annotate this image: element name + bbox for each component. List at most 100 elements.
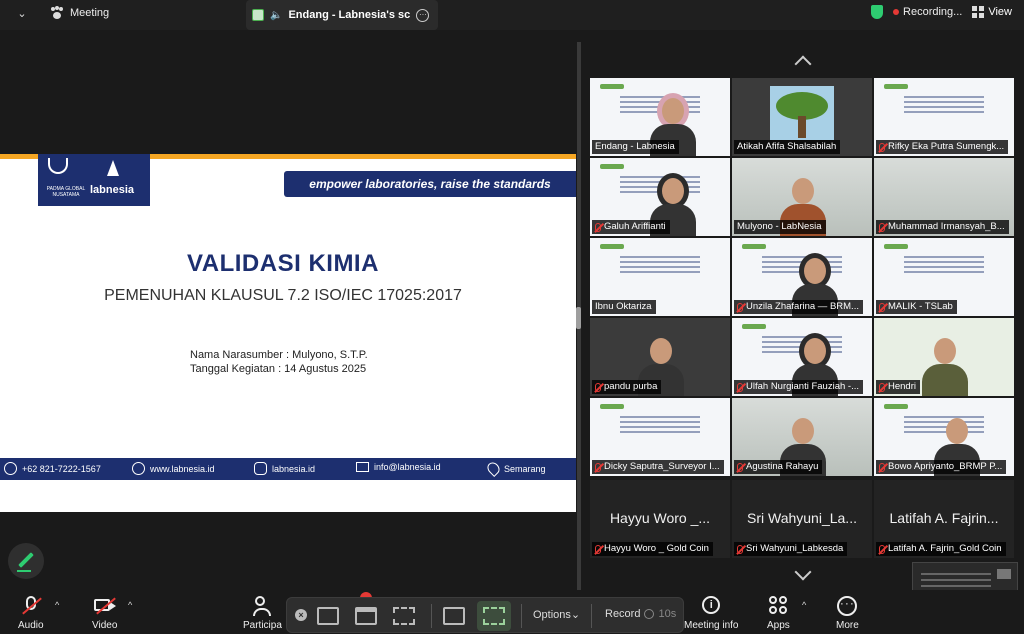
participant-tile-no-video[interactable]: Latifah A. Fajrin... Latifah A. Fajrin_Go… [874, 480, 1014, 558]
mic-muted-icon [879, 462, 885, 472]
participant-name: pandu purba [604, 381, 658, 392]
record-button[interactable]: Record 10s [605, 608, 676, 620]
participant-name: Ulfah Nurgianti Fauziah -... [746, 381, 859, 392]
participant-tile-no-video[interactable]: Hayyu Woro _... Hayyu Woro _ Gold Coin [590, 480, 730, 558]
participant-tile[interactable]: Ulfah Nurgianti Fauziah -... [732, 318, 872, 396]
profile-tree-image [770, 86, 834, 140]
participant-name: Rifky Eka Putra Sumengk... [888, 141, 1005, 152]
collapse-chevron-icon[interactable]: ⌄ [14, 6, 30, 22]
participant-tile[interactable]: Dicky Saputra_Surveyor I... [590, 398, 730, 476]
share-title: Endang - Labnesia's scre [288, 9, 411, 21]
shield-icon[interactable] [871, 5, 884, 19]
gallery-scroll-up-icon[interactable] [791, 54, 815, 68]
participant-name: Latifah A. Fajrin_Gold Coin [888, 543, 1002, 554]
presentation-slide: PADMA GLOBAL NUSATAMA labnesia empower l… [0, 154, 576, 512]
participant-name-label: Latifah A. Fajrin_Gold Coin [876, 542, 1006, 556]
audio-button[interactable]: Audio [18, 596, 44, 631]
footer-website: www.labnesia.id [132, 462, 215, 475]
participant-name-label: MALIK - TSLab [876, 300, 957, 314]
meeting-info-button[interactable]: i Meeting info [684, 596, 738, 631]
mic-muted-icon [595, 544, 601, 554]
participant-name: Dicky Saputra_Surveyor I... [604, 461, 720, 472]
participant-name-label: Hayyu Woro _ Gold Coin [592, 542, 713, 556]
mic-muted-icon [879, 544, 885, 554]
whatsapp-icon [4, 462, 17, 475]
participant-name-label: Ibnu Oktariza [592, 300, 656, 314]
mic-muted-icon [879, 302, 885, 312]
zoom-window: ⌄ Meeting 🔈 Endang - Labnesia's scre ···… [0, 0, 1024, 634]
participant-name: Unzila Zhafarina — BRM... [746, 301, 859, 312]
gallery-scroll-down-icon[interactable] [791, 568, 815, 582]
participant-tile[interactable]: MALIK - TSLab [874, 238, 1014, 316]
participants-button[interactable]: Participa [243, 596, 282, 631]
participant-name-label: Galuh Ariffianti [592, 220, 670, 234]
participant-tile[interactable]: pandu purba [590, 318, 730, 396]
video-button[interactable]: Video [92, 596, 117, 631]
record-label: Record [605, 608, 641, 620]
more-options-icon[interactable]: ··· [416, 8, 430, 22]
more-button[interactable]: ··· More [836, 596, 859, 631]
mic-muted-icon [879, 142, 885, 152]
participant-tile[interactable]: Ibnu Oktariza [590, 238, 730, 316]
phone-text: +62 821-7222-1567 [22, 463, 101, 474]
audio-label: Audio [18, 620, 44, 631]
participant-tile[interactable]: Rifky Eka Putra Sumengk... [874, 78, 1014, 156]
divider-handle[interactable] [576, 307, 581, 329]
mic-muted-icon [737, 382, 743, 392]
image-icon [252, 9, 264, 21]
website-text: www.labnesia.id [150, 463, 215, 474]
participant-tile-no-video[interactable]: Sri Wahyuni_La... Sri Wahyuni_Labkesda [732, 480, 872, 558]
footer-instagram: labnesia.id [254, 462, 315, 475]
slide-slogan: empower laboratories, raise the standard… [284, 171, 576, 197]
recording-indicator[interactable]: Recording... [893, 6, 962, 18]
participant-name-label: Sri Wahyuni_Labkesda [734, 542, 848, 556]
participant-tile[interactable]: Hendri [874, 318, 1014, 396]
padma-logo-text: PADMA GLOBAL NUSATAMA [46, 186, 86, 198]
person-head [662, 98, 684, 124]
close-share-icon[interactable]: × [295, 609, 307, 621]
person-head [792, 178, 814, 204]
meeting-menu[interactable]: Meeting [50, 6, 109, 20]
participant-tile[interactable]: Endang - Labnesia [590, 78, 730, 156]
apps-caret-icon[interactable]: ^ [802, 600, 806, 610]
instagram-text: labnesia.id [272, 463, 316, 474]
participant-name-label: Hendri [876, 380, 920, 394]
share-screen-alt-icon[interactable] [443, 607, 465, 625]
participant-tile[interactable]: Muhammad Irmansyah_B... [874, 158, 1014, 236]
participant-name: Mulyono - LabNesia [737, 221, 822, 232]
participant-name-label: Muhammad Irmansyah_B... [876, 220, 1009, 234]
options-button[interactable]: Options⌄ [533, 608, 580, 621]
person-head [650, 338, 672, 364]
participant-tile[interactable]: Atikah Afifa Shalsabilah [732, 78, 872, 156]
participant-name: Sri Wahyuni_Labkesda [746, 543, 844, 554]
meeting-label: Meeting [70, 7, 110, 19]
participant-name: Hendri [888, 381, 916, 392]
more-icon: ··· [837, 596, 858, 616]
participant-name: Hayyu Woro _ Gold Coin [604, 543, 709, 554]
share-region-selected-icon[interactable] [483, 607, 505, 625]
share-screen-icon[interactable] [317, 607, 339, 625]
participant-name: MALIK - TSLab [888, 301, 953, 312]
mic-muted-icon [879, 382, 885, 392]
participant-tile[interactable]: Bowo Apriyanto_BRMP P... [874, 398, 1014, 476]
video-caret-icon[interactable]: ^ [128, 600, 132, 610]
timer-icon [644, 609, 655, 619]
participant-name-label: Rifky Eka Putra Sumengk... [876, 140, 1009, 154]
slide-footer: +62 821-7222-1567 www.labnesia.id labnes… [0, 458, 576, 480]
participant-tile[interactable]: Unzila Zhafarina — BRM... [732, 238, 872, 316]
participant-name-label: pandu purba [592, 380, 662, 394]
share-region-icon[interactable] [393, 607, 415, 625]
audio-caret-icon[interactable]: ^ [55, 600, 59, 610]
participant-tile[interactable]: Agustina Rahayu [732, 398, 872, 476]
participant-tile[interactable]: Mulyono - LabNesia [732, 158, 872, 236]
participant-tile[interactable]: Galuh Ariffianti [590, 158, 730, 236]
annotate-pencil-icon[interactable] [8, 543, 44, 579]
share-window-icon[interactable] [355, 607, 377, 625]
video-label: Video [92, 620, 118, 631]
participant-name: Galuh Ariffianti [604, 221, 666, 232]
apps-button[interactable]: Apps [767, 596, 790, 631]
flask-icon [104, 160, 120, 178]
screen-share-tab[interactable]: 🔈 Endang - Labnesia's scre ··· [246, 0, 438, 30]
view-button[interactable]: View [972, 6, 1012, 18]
instagram-icon [254, 462, 267, 475]
